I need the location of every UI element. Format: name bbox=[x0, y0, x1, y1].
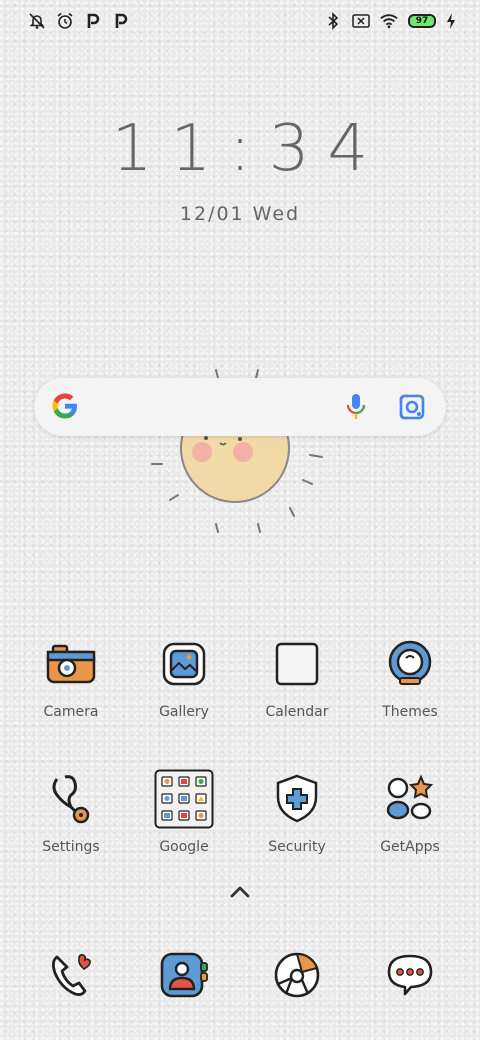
app-camera[interactable]: Camera bbox=[16, 634, 126, 720]
battery-indicator: 97 bbox=[408, 14, 436, 28]
wifi-icon bbox=[380, 12, 398, 30]
clock-time[interactable]: 11:34 bbox=[0, 112, 480, 186]
app-label: GetApps bbox=[380, 839, 440, 855]
google-logo-icon bbox=[50, 391, 80, 425]
notifications-off-icon bbox=[28, 12, 46, 30]
app-label: Settings bbox=[42, 839, 100, 855]
dock-browser[interactable] bbox=[242, 945, 352, 1005]
themes-icon bbox=[380, 634, 440, 694]
dock-messages[interactable] bbox=[355, 945, 465, 1005]
app-label: Google bbox=[159, 839, 209, 855]
clock-date[interactable]: 12/01 Wed bbox=[0, 203, 480, 225]
camera-icon bbox=[41, 634, 101, 694]
getapps-icon bbox=[380, 769, 440, 829]
app-settings[interactable]: Settings bbox=[16, 769, 126, 855]
google-search-bar[interactable] bbox=[34, 378, 446, 436]
charging-icon bbox=[446, 12, 456, 30]
contacts-icon bbox=[154, 945, 214, 1005]
voice-search-icon[interactable] bbox=[346, 393, 366, 425]
app-gallery[interactable]: Gallery bbox=[129, 634, 239, 720]
app-label: Security bbox=[268, 839, 326, 855]
p-app-icon bbox=[112, 12, 130, 30]
app-label: Gallery bbox=[159, 704, 209, 720]
security-icon bbox=[267, 769, 327, 829]
no-sim-icon bbox=[352, 12, 370, 30]
app-label: Calendar bbox=[265, 704, 329, 720]
bluetooth-icon bbox=[324, 12, 342, 30]
calendar-icon bbox=[267, 634, 327, 694]
browser-icon bbox=[267, 945, 327, 1005]
app-google-folder[interactable]: Google bbox=[129, 769, 239, 855]
app-label: Camera bbox=[43, 704, 99, 720]
dock-phone[interactable] bbox=[16, 945, 126, 1005]
settings-icon bbox=[41, 769, 101, 829]
status-bar: 97 bbox=[0, 0, 480, 42]
app-themes[interactable]: Themes bbox=[355, 634, 465, 720]
app-label: Themes bbox=[382, 704, 438, 720]
alarm-icon bbox=[56, 12, 74, 30]
dock-contacts[interactable] bbox=[129, 945, 239, 1005]
app-drawer-chevron-up-icon[interactable] bbox=[228, 884, 252, 900]
messages-icon bbox=[380, 945, 440, 1005]
p-app-icon bbox=[84, 12, 102, 30]
phone-icon bbox=[41, 945, 101, 1005]
app-security[interactable]: Security bbox=[242, 769, 352, 855]
google-lens-icon[interactable] bbox=[398, 393, 426, 425]
app-getapps[interactable]: GetApps bbox=[355, 769, 465, 855]
gallery-icon bbox=[154, 634, 214, 694]
app-calendar[interactable]: Calendar bbox=[242, 634, 352, 720]
google-folder-icon bbox=[154, 769, 214, 829]
